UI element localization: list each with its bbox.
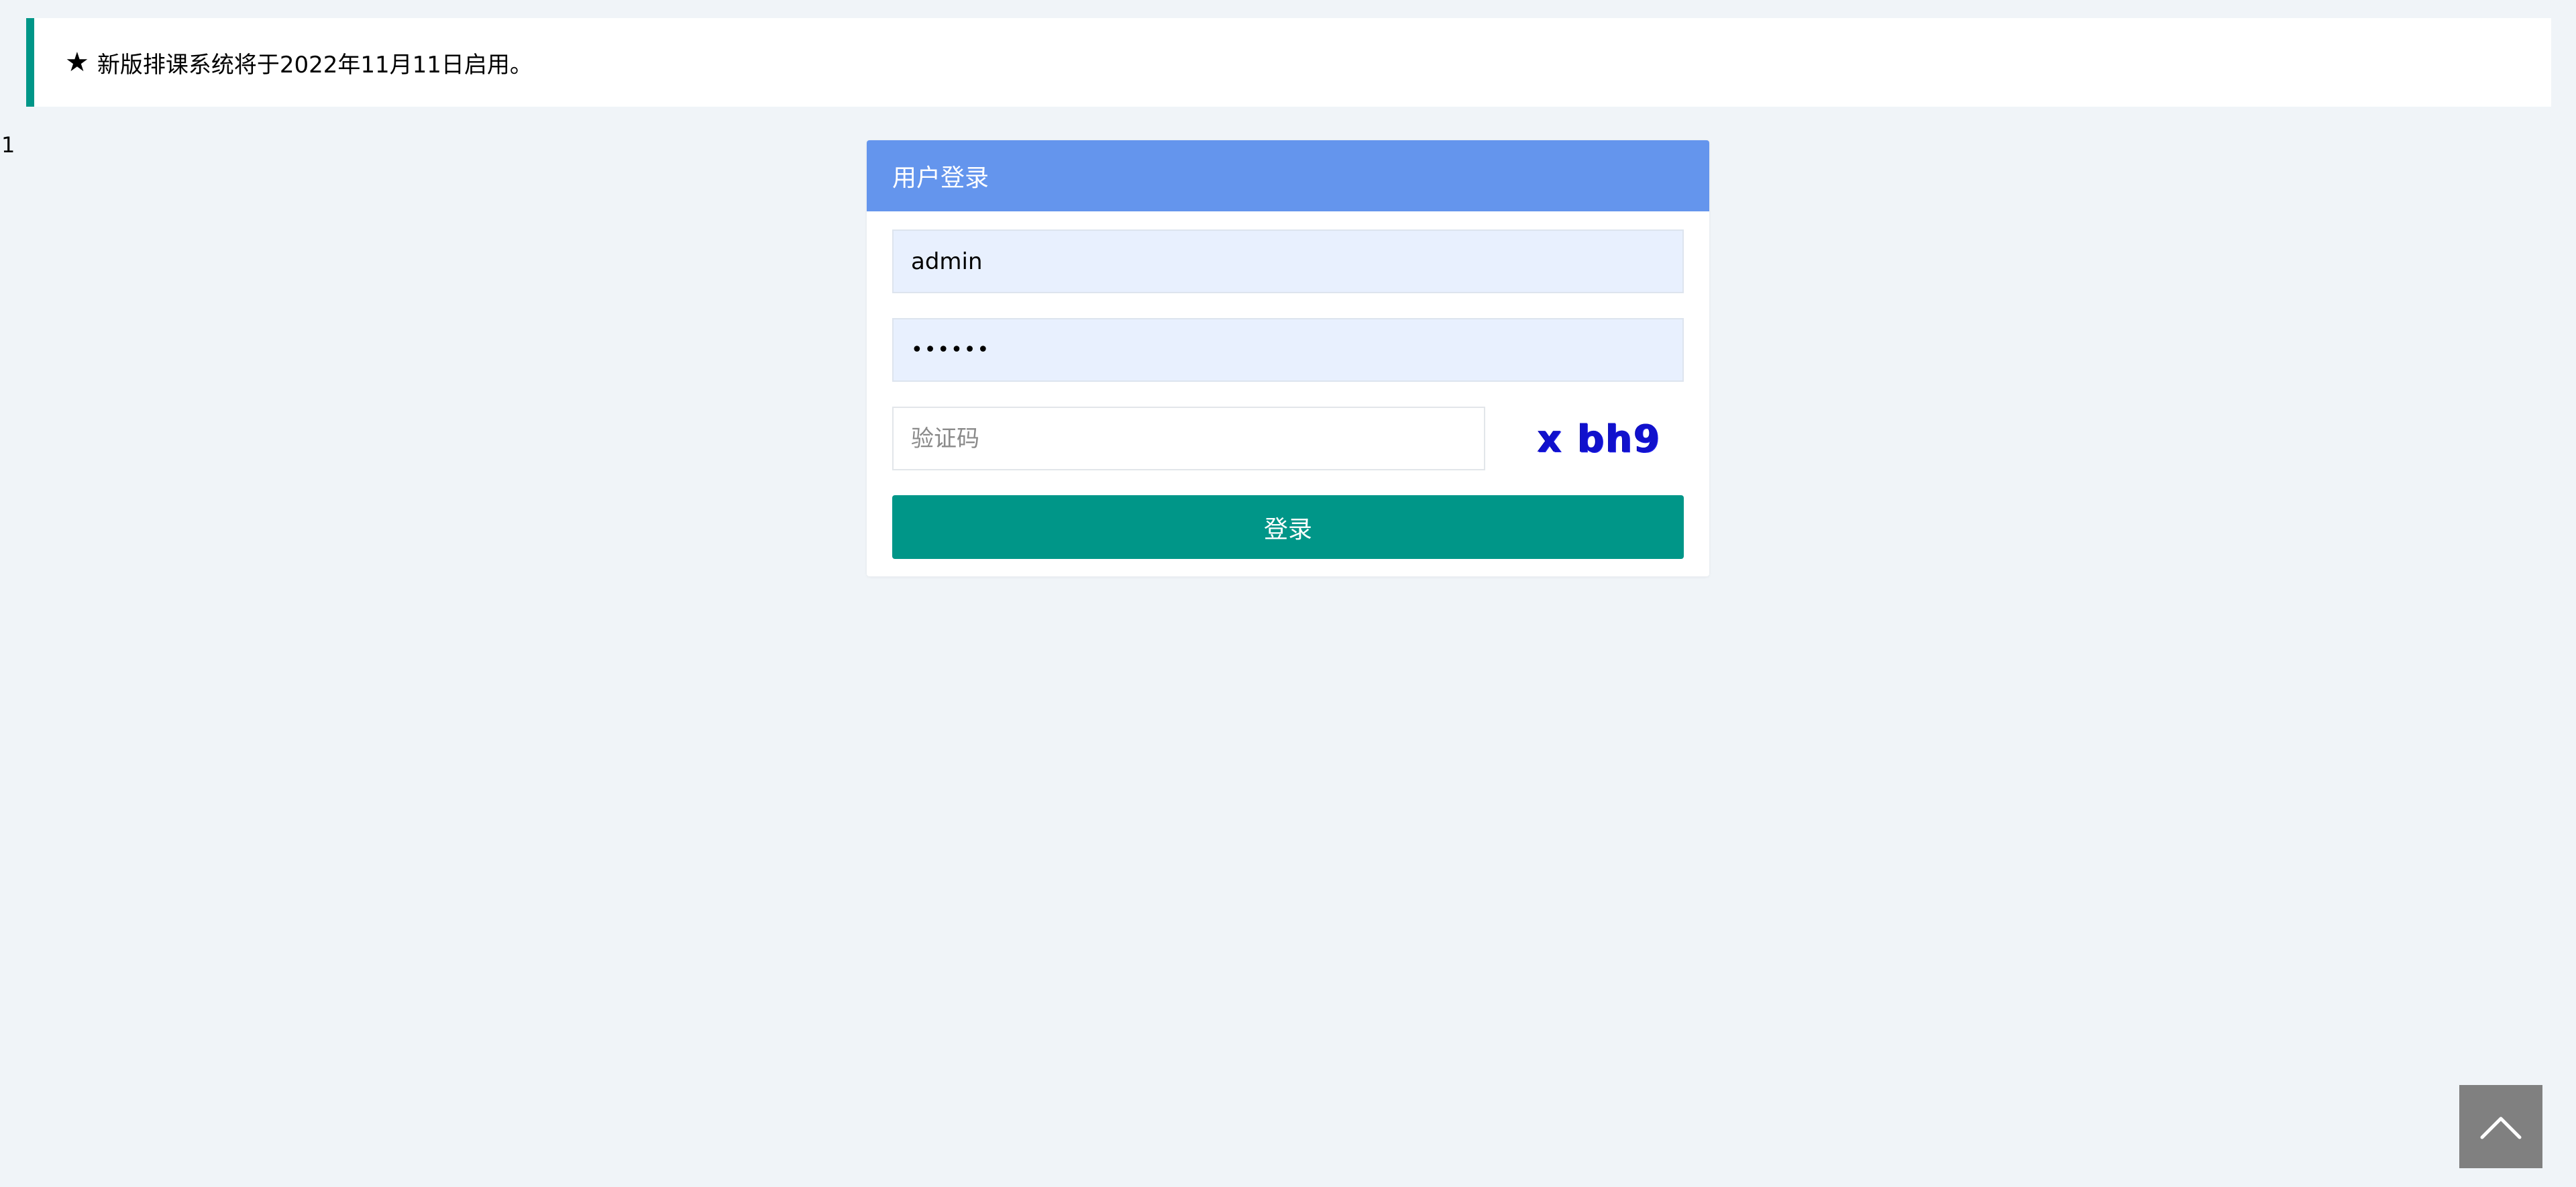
- login-panel: 用户登录 x bh9 登录: [867, 140, 1709, 576]
- star-icon: ★: [65, 47, 89, 78]
- login-title: 用户登录: [892, 164, 989, 192]
- announcement-banner: ★ 新版排课系统将于2022年11月11日启用。: [26, 18, 2551, 107]
- username-input[interactable]: [892, 229, 1684, 293]
- announcement-text: 新版排课系统将于2022年11月11日启用。: [97, 51, 533, 79]
- login-button[interactable]: 登录: [892, 495, 1684, 559]
- page: ★ 新版排课系统将于2022年11月11日启用。 1 用户登录 x bh9 登录: [0, 0, 2576, 1187]
- login-panel-header: 用户登录: [867, 140, 1709, 211]
- back-to-top-button[interactable]: [2459, 1085, 2542, 1168]
- stray-text: 1: [1, 132, 15, 158]
- captcha-image[interactable]: x bh9: [1532, 412, 1666, 466]
- chevron-up-icon: [2480, 1117, 2522, 1139]
- captcha-input[interactable]: [892, 407, 1485, 470]
- password-input[interactable]: [892, 318, 1684, 382]
